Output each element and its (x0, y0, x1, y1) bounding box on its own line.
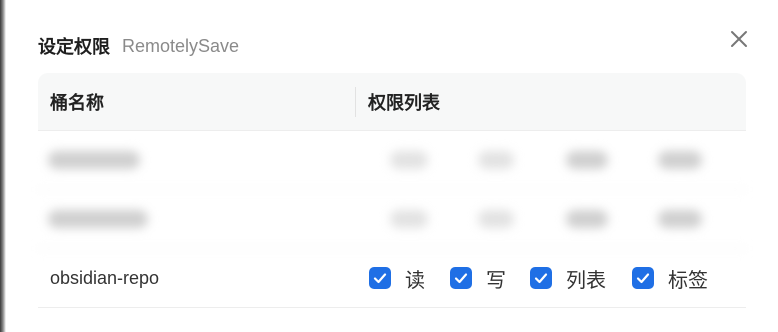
permission-label-read: 读 (405, 269, 425, 292)
redacted-permission (478, 210, 514, 228)
redacted-permission (658, 151, 702, 169)
redacted-permission (478, 151, 514, 169)
redacted-permission (390, 151, 428, 169)
checkbox-checked[interactable] (450, 267, 472, 289)
redacted-bucket-name (48, 151, 140, 169)
checkmark-icon (373, 273, 387, 284)
backdrop-edge-left (0, 0, 6, 332)
dialog-title: 设定权限 (38, 37, 110, 57)
table-header: 桶名称 权限列表 (38, 73, 746, 131)
checkmark-icon (636, 273, 650, 284)
permission-label-tag: 标签 (668, 269, 708, 292)
permission-label-list: 列表 (566, 269, 606, 292)
dialog-subtitle: RemotelySave (122, 35, 240, 56)
dialog-header: 设定权限 RemotelySave (38, 32, 239, 60)
redacted-permission (566, 210, 608, 228)
permission-read-checkbox[interactable]: 读 (369, 249, 425, 307)
close-icon (731, 31, 747, 47)
table-row-redacted-2 (38, 190, 746, 249)
redacted-permission (658, 210, 702, 228)
permissions-dialog: 设定权限 RemotelySave 桶名称 权限列表 obsidian-repo… (0, 0, 778, 332)
permission-tag-checkbox[interactable]: 标签 (632, 249, 708, 307)
close-button[interactable] (727, 27, 751, 51)
table-row-redacted-1 (38, 131, 746, 190)
bucket-name: obsidian-repo (50, 267, 160, 288)
column-header-permissions: 权限列表 (368, 92, 440, 113)
checkbox-checked[interactable] (632, 267, 654, 289)
checkmark-icon (534, 273, 548, 284)
column-divider (355, 87, 356, 117)
redacted-bucket-name (48, 210, 148, 228)
checkbox-checked[interactable] (369, 267, 391, 289)
redacted-permission (390, 210, 428, 228)
column-header-bucket-name: 桶名称 (50, 92, 104, 113)
permission-write-checkbox[interactable]: 写 (450, 249, 506, 307)
checkbox-checked[interactable] (530, 267, 552, 289)
redacted-permission (566, 151, 608, 169)
permission-list-checkbox[interactable]: 列表 (530, 249, 606, 307)
permissions-table: 桶名称 权限列表 obsidian-repo 读 写 列表 标签 (38, 73, 746, 308)
checkmark-icon (454, 273, 468, 284)
table-row: obsidian-repo 读 写 列表 标签 (38, 249, 746, 308)
permission-label-write: 写 (486, 269, 506, 292)
